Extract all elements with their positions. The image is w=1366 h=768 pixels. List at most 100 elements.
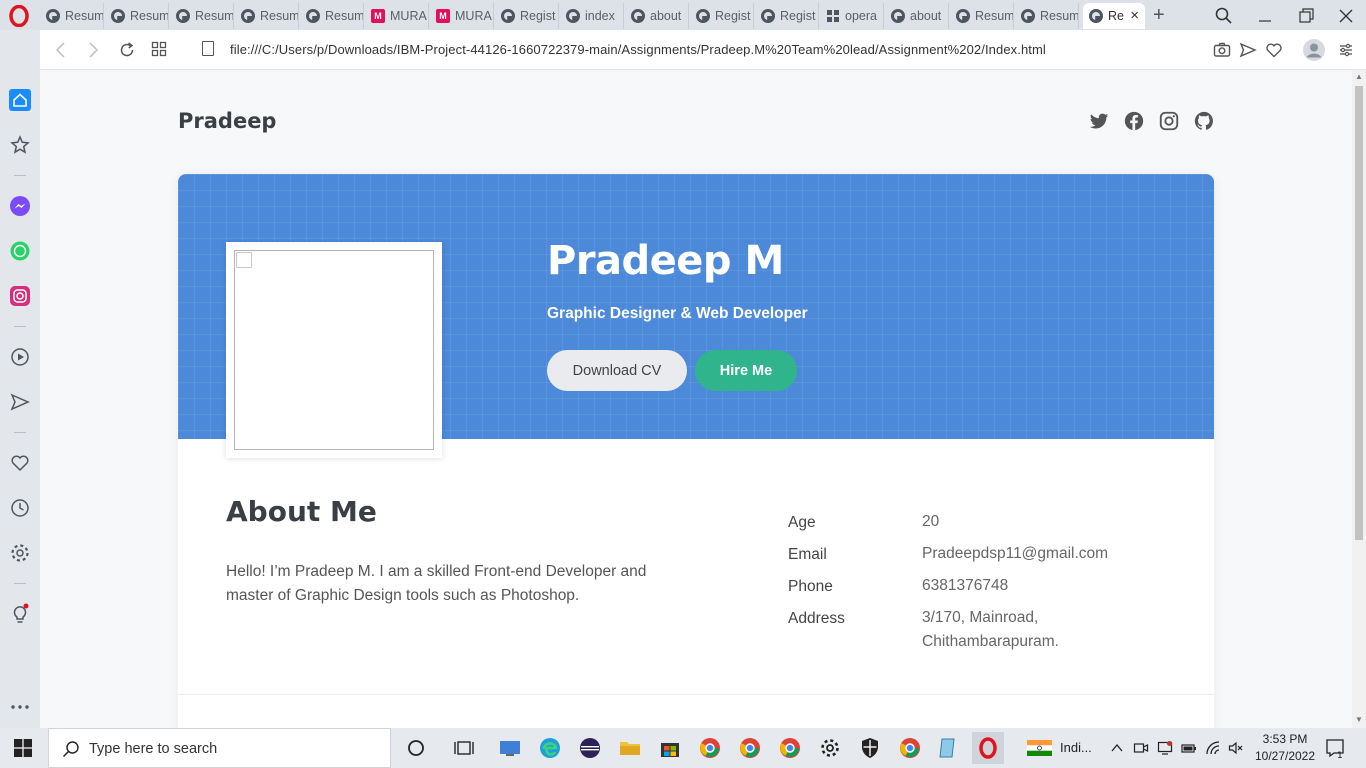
web-page: Pradeep Pradeep M Graphic Designer & Web… [40,70,1352,728]
more-dots-icon[interactable] [9,696,31,718]
github-icon[interactable] [1193,110,1215,132]
chrome-profile-2-icon[interactable] [738,736,762,760]
browser-tab[interactable]: Regist [690,3,754,29]
sidebar-divider [14,175,26,176]
broken-image-icon [236,252,252,268]
browser-tab[interactable]: opera [820,3,884,29]
opera-sidebar [0,30,40,728]
close-tab-icon[interactable]: × [1130,7,1139,24]
microsoft-store-icon[interactable] [658,736,682,760]
player-icon[interactable] [9,346,31,368]
hire-me-button[interactable]: Hire Me [695,350,797,391]
browser-tab[interactable]: Resum [235,3,299,29]
browser-tab[interactable]: index [560,3,624,29]
heart-icon[interactable] [9,452,31,474]
bookmark-heart-icon[interactable] [1264,40,1284,60]
url-field[interactable]: file:///C:/Users/p/Downloads/IBM-Project… [230,42,1046,57]
page-scrollbar[interactable]: ▲ ▼ [1352,70,1366,728]
browser-tab[interactable]: Resum [950,3,1014,29]
chrome-profile-3-icon[interactable] [778,736,802,760]
instagram-icon[interactable] [1158,110,1180,132]
lightbulb-icon[interactable] [9,603,31,625]
history-clock-icon[interactable] [9,497,31,519]
globe-icon [111,9,125,23]
send-to-flow-icon[interactable] [1238,40,1258,60]
settings-app-icon[interactable] [818,736,842,760]
tab-label: Regist [520,9,556,23]
download-cv-button[interactable]: Download CV [547,350,687,391]
browser-tab[interactable]: Resum [170,3,234,29]
scroll-down-arrow-icon[interactable]: ▼ [1355,715,1363,724]
minimize-icon[interactable] [1255,6,1275,26]
browser-tab[interactable]: Resum [300,3,364,29]
snapshot-camera-icon[interactable] [1212,40,1232,60]
globe-icon [176,9,190,23]
info-value-phone: 6381376748 [922,577,1009,594]
notepad-icon[interactable] [936,736,960,760]
browser-tab[interactable]: M MURA [430,3,494,29]
address-bar: file:///C:/Users/p/Downloads/IBM-Project… [40,30,1366,70]
opera-taskbar-icon[interactable] [972,732,1004,764]
browser-tab[interactable]: about [625,3,689,29]
wifi-icon[interactable] [1205,740,1221,756]
speaker-muted-icon[interactable] [1228,740,1244,756]
close-window-icon[interactable] [1336,6,1356,26]
browser-tab[interactable]: M MURA [365,3,429,29]
taskbar-search-box[interactable]: Type here to search [48,728,391,768]
tab-label: about [910,9,942,23]
back-icon[interactable] [54,41,68,59]
chrome-profile-1-icon[interactable] [698,736,722,760]
opera-logo-icon[interactable] [8,5,30,27]
chrome-profile-4-icon[interactable] [898,736,922,760]
browser-tab[interactable]: Regist [755,3,819,29]
browser-tab[interactable]: Regist [495,3,559,29]
browser-tab[interactable]: about [885,3,949,29]
file-explorer-icon[interactable] [618,736,642,760]
cortana-icon[interactable] [404,736,428,760]
notifications-icon[interactable]: 1 [1324,737,1346,759]
profile-avatar-icon[interactable] [1302,38,1326,62]
facebook-icon[interactable] [1123,110,1145,132]
display-tray-icon[interactable] [1157,740,1173,756]
settings-gear-icon[interactable] [9,542,31,564]
browser-tab[interactable]: Resum [40,3,104,29]
site-brand[interactable]: Pradeep [178,109,276,133]
globe-icon [566,9,580,23]
browser-tab[interactable]: Resum [1015,3,1079,29]
info-value-email[interactable]: Pradeepdsp11@gmail.com [922,542,1108,566]
messenger-icon[interactable] [9,195,31,217]
camera-tray-icon[interactable] [1133,740,1149,756]
info-label-phone: Phone [788,578,833,595]
scrollbar-thumb[interactable] [1355,86,1363,540]
battery-icon[interactable] [1181,740,1197,756]
language-indicator[interactable]: Indi... [1060,740,1092,755]
speed-dial-star-icon[interactable] [9,134,31,156]
edge-browser-icon[interactable] [538,736,562,760]
tabs-grid-icon[interactable] [151,41,167,57]
whatsapp-icon[interactable] [9,240,31,262]
globe-icon [306,9,320,23]
twitter-icon[interactable] [1088,110,1110,132]
instagram-sidebar-icon[interactable] [9,285,31,307]
globe-icon [46,9,60,23]
search-tabs-icon[interactable] [1214,6,1234,26]
clock-date[interactable]: 10/27/2022 [1250,749,1320,763]
browser-tab[interactable]: Re × [1083,3,1145,29]
desktop-app-icon[interactable] [498,736,522,760]
security-shield-icon[interactable] [858,736,882,760]
reload-icon[interactable] [118,41,136,59]
home-icon[interactable] [9,89,31,111]
scroll-up-arrow-icon[interactable]: ▲ [1355,72,1363,81]
eclipse-icon[interactable] [578,736,602,760]
restore-icon[interactable] [1296,6,1316,26]
new-tab-button[interactable]: + [1153,4,1165,27]
forward-icon[interactable] [86,41,100,59]
show-hidden-icons-chevron-icon[interactable] [1109,740,1125,756]
tab-label: MURA [455,9,492,23]
task-view-icon[interactable] [452,736,476,760]
windows-start-icon[interactable] [14,739,32,757]
clock-time[interactable]: 3:53 PM [1258,732,1312,746]
easy-setup-menu-icon[interactable] [1336,40,1356,60]
send-flow-icon[interactable] [9,391,31,413]
browser-tab[interactable]: Resum [105,3,169,29]
